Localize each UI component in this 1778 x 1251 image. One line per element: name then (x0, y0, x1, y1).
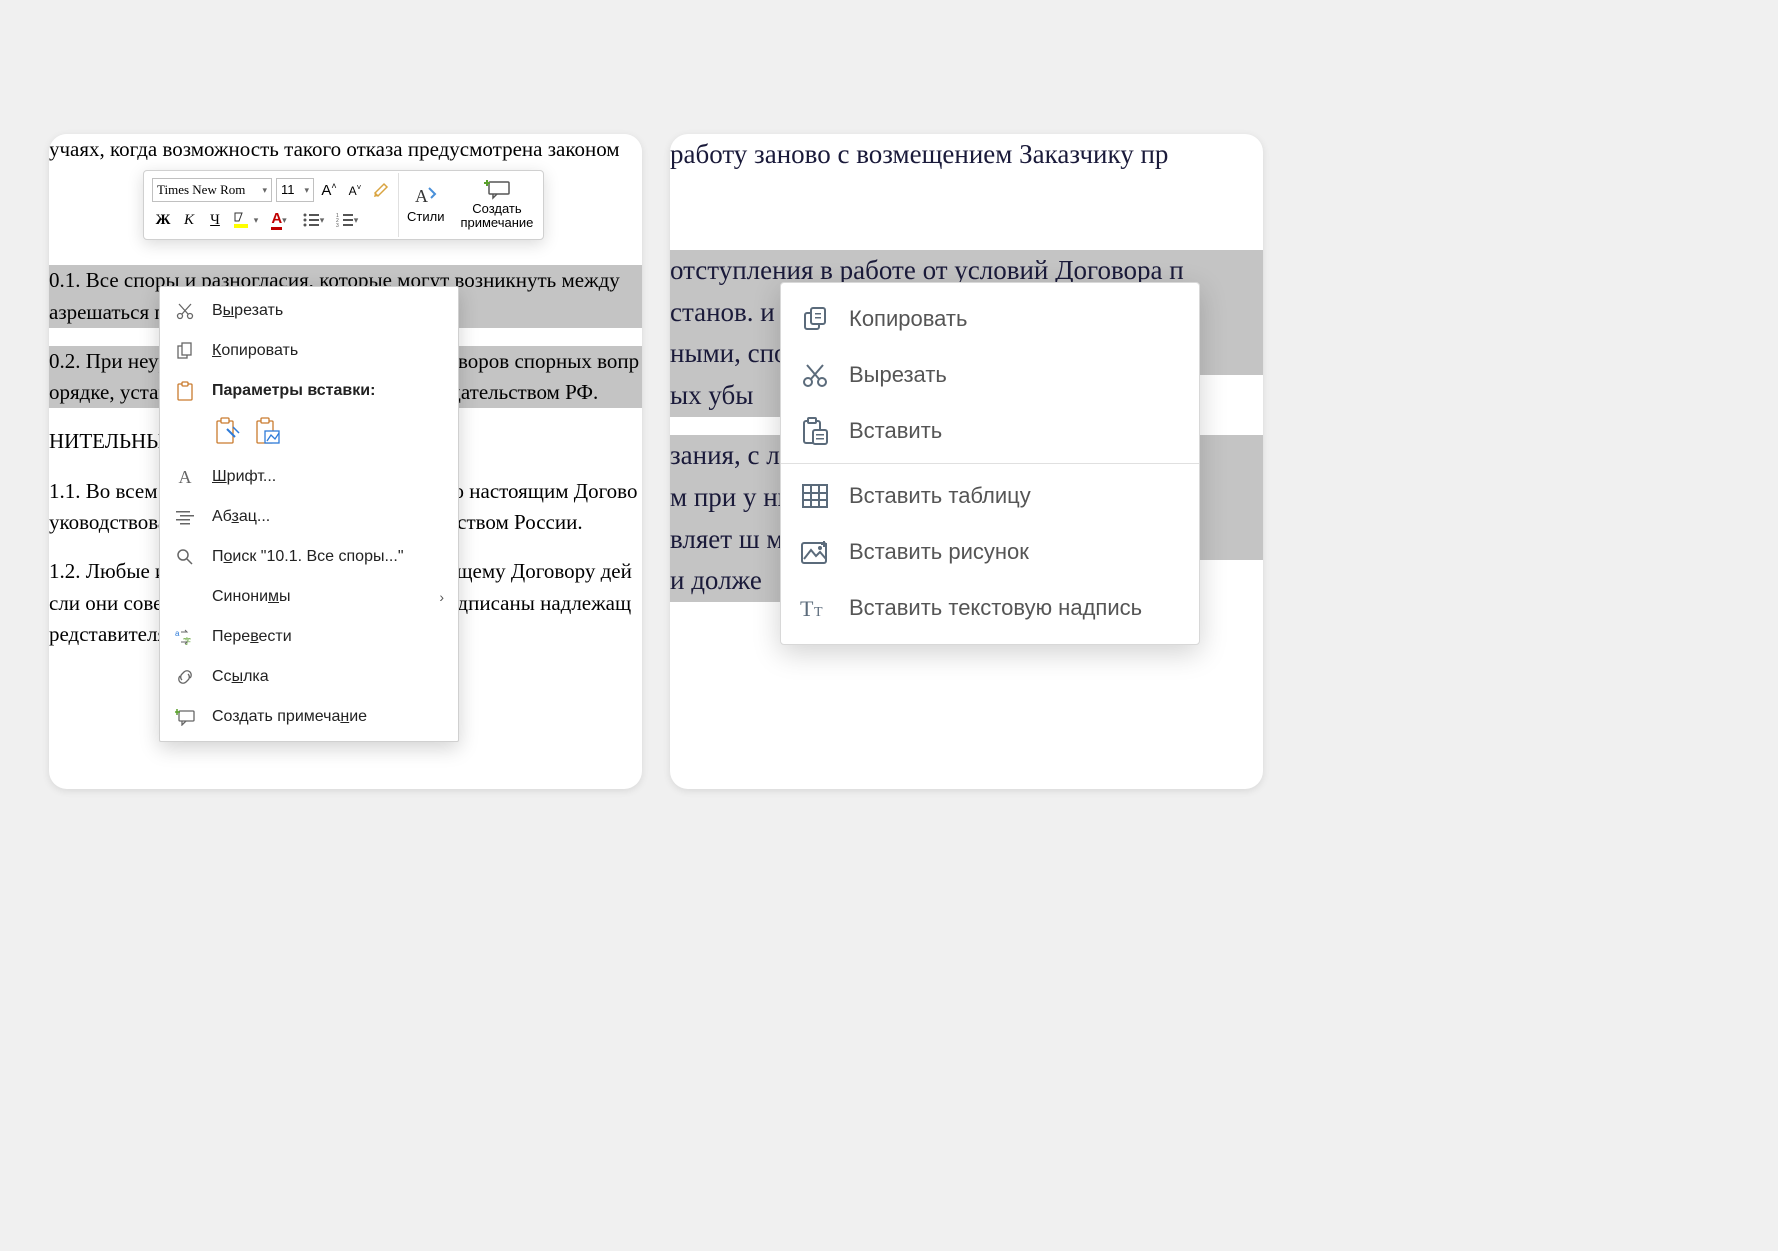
paragraph-menu-item[interactable]: Абзац... (160, 497, 458, 537)
mini-format-toolbar: Times New Rom ▾ 11 ▾ A˄ A˅ Ж (143, 170, 544, 240)
search-icon (174, 546, 196, 568)
link-menu-item[interactable]: Ссылка (160, 657, 458, 697)
editor-context-menu-panel: работу заново с возмещением Заказчику пр… (670, 134, 1263, 789)
dropdown-arrow-icon: ▾ (282, 215, 287, 226)
dropdown-arrow-icon: ▾ (354, 215, 359, 226)
dropdown-arrow-icon: ▾ (304, 179, 309, 201)
paste-menu-item[interactable]: Вставить (781, 403, 1199, 459)
context-menu: Вырезать Копировать Параметры вставки: А (159, 286, 459, 742)
copy-menu-item[interactable]: Копировать (781, 291, 1199, 347)
text-icon: TT (799, 592, 831, 624)
menu-label: Вставить (849, 418, 1181, 444)
image-icon (799, 536, 831, 568)
scissors-icon (799, 359, 831, 391)
styles-label: Стили (407, 210, 444, 224)
shrink-font-button[interactable]: A˅ (344, 178, 366, 202)
underline-button[interactable]: Ч (204, 208, 226, 232)
link-icon (174, 666, 196, 688)
svg-text:T: T (814, 605, 823, 620)
menu-label: Абзац... (212, 508, 444, 526)
bullets-button[interactable]: ▾ (298, 208, 328, 232)
menu-label: Вставить рисунок (849, 539, 1181, 565)
clipboard-icon (174, 380, 196, 402)
svg-text:3: 3 (336, 223, 339, 228)
search-menu-item[interactable]: Поиск "10.1. Все споры..." (160, 537, 458, 577)
font-name-combo[interactable]: Times New Rom ▾ (152, 178, 272, 202)
cut-menu-item[interactable]: Вырезать (781, 347, 1199, 403)
word-context-menu-panel: учаях, когда возможность такого отказа п… (49, 134, 642, 789)
paragraph-icon (174, 506, 196, 528)
font-size-combo[interactable]: 11 ▾ (276, 178, 314, 202)
styles-button[interactable]: A Стили (399, 173, 452, 235)
svg-text:A: A (415, 186, 428, 206)
menu-label: Вырезать (212, 302, 444, 320)
menu-separator (781, 463, 1199, 464)
menu-label: Синонимы (212, 588, 439, 606)
font-color-button[interactable]: А ▾ (264, 208, 294, 232)
italic-button[interactable]: К (178, 208, 200, 232)
cut-menu-item[interactable]: Вырезать (160, 291, 458, 331)
svg-text:a: a (175, 629, 180, 638)
paste-keep-formatting-button[interactable] (212, 415, 244, 447)
copy-menu-item[interactable]: Копировать (160, 331, 458, 371)
blank-icon (174, 586, 196, 608)
table-icon (799, 480, 831, 512)
new-comment-button[interactable]: Создать примечание (452, 173, 541, 235)
menu-label: Вставить таблицу (849, 483, 1181, 509)
dropdown-arrow-icon: ▾ (254, 215, 259, 226)
numbering-button[interactable]: 123 ▾ (332, 208, 362, 232)
menu-label: Поиск "10.1. Все споры..." (212, 548, 444, 566)
insert-text-menu-item[interactable]: TT Вставить текстовую надпись (781, 580, 1199, 636)
menu-label: Ссылка (212, 668, 444, 686)
font-size-value: 11 (281, 179, 295, 201)
dropdown-arrow-icon: ▾ (262, 179, 267, 201)
paste-options-row (160, 411, 458, 457)
menu-label: Вставить текстовую надпись (849, 595, 1181, 621)
dropdown-arrow-icon: ▾ (320, 215, 325, 226)
font-menu-item[interactable]: А Шрифт... (160, 457, 458, 497)
menu-label: Копировать (212, 342, 444, 360)
doc-line: учаях, когда возможность такого отказа п… (49, 134, 642, 165)
translate-icon: a字 (174, 626, 196, 648)
paste-icon (799, 415, 831, 447)
copy-icon (799, 303, 831, 335)
translate-menu-item[interactable]: a字 Перевести (160, 617, 458, 657)
new-comment-label: Создать примечание (460, 202, 533, 231)
styles-icon: A (413, 184, 439, 208)
copy-icon (174, 340, 196, 362)
insert-table-menu-item[interactable]: Вставить таблицу (781, 468, 1199, 524)
menu-label: Шрифт... (212, 468, 444, 486)
insert-image-menu-item[interactable]: Вставить рисунок (781, 524, 1199, 580)
paste-picture-button[interactable] (252, 415, 284, 447)
svg-text:T: T (800, 596, 814, 620)
doc-line: работу заново с возмещением Заказчику пр (670, 134, 1263, 176)
comment-icon (483, 178, 511, 200)
create-comment-menu-item[interactable]: Создать примечание (160, 697, 458, 737)
paste-options-header: Параметры вставки: (160, 371, 458, 411)
highlight-color-button[interactable]: ▾ (230, 208, 260, 232)
menu-label: Перевести (212, 628, 444, 646)
synonyms-menu-item[interactable]: Синонимы › (160, 577, 458, 617)
bold-button[interactable]: Ж (152, 208, 174, 232)
menu-label: Параметры вставки: (212, 382, 444, 400)
context-menu: Копировать Вырезать Вставить Вставить та… (780, 282, 1200, 645)
comment-icon (174, 706, 196, 728)
grow-font-button[interactable]: A˄ (318, 178, 340, 202)
svg-text:字: 字 (183, 636, 191, 646)
scissors-icon (174, 300, 196, 322)
font-name-value: Times New Rom (157, 179, 245, 201)
format-painter-button[interactable] (370, 178, 392, 202)
menu-label: Создать примечание (212, 708, 444, 726)
menu-label: Копировать (849, 306, 1181, 332)
submenu-arrow-icon: › (439, 589, 444, 605)
doc-line: ых убы (670, 375, 790, 417)
menu-label: Вырезать (849, 362, 1181, 388)
font-icon: А (174, 466, 196, 488)
